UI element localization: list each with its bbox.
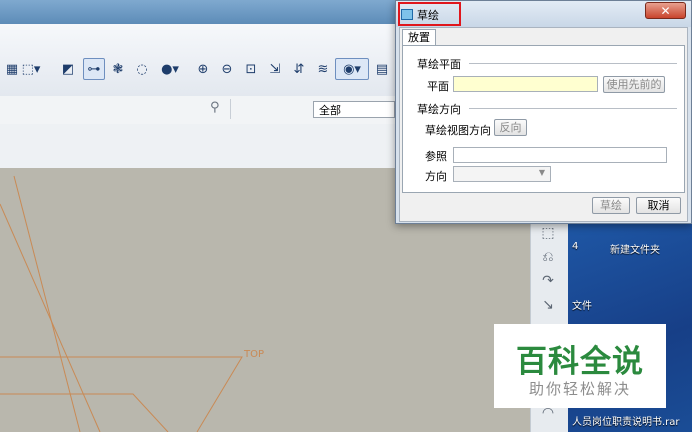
tab-placement[interactable]: 放置 bbox=[402, 29, 436, 46]
watermark-subtitle: 助你轻松解决 bbox=[528, 380, 631, 398]
dialog-title-bar[interactable]: 草绘 ✕ bbox=[396, 1, 691, 27]
zoom-out-icon[interactable]: ⊖ bbox=[216, 58, 238, 80]
layers-icon[interactable]: ≋ bbox=[312, 58, 334, 80]
filter-search-icon[interactable]: ⚲ bbox=[210, 100, 220, 115]
section-divider bbox=[469, 63, 677, 64]
filter-divider bbox=[230, 99, 231, 119]
top-datum-label: TOP bbox=[244, 349, 265, 360]
flip-button[interactable]: 反向 bbox=[494, 119, 527, 136]
display-style-icon[interactable]: ●▾ bbox=[155, 58, 185, 80]
view-direction-label: 草绘视图方向 bbox=[425, 124, 491, 137]
zoom-in-icon[interactable]: ⊕ bbox=[192, 58, 214, 80]
desktop-item-rar[interactable]: 人员岗位职责说明书.rar bbox=[572, 413, 680, 428]
use-previous-button[interactable]: 使用先前的 bbox=[603, 76, 665, 93]
plane-field[interactable] bbox=[453, 76, 598, 92]
dialog-body: 放置 草绘平面 平面 使用先前的 草绘方向 草绘视图方向 反向 参照 方向 ▼ … bbox=[399, 27, 688, 222]
orient-icon[interactable]: ❃ bbox=[107, 58, 129, 80]
datum-plane-edge-3 bbox=[0, 393, 169, 432]
sketch-dialog: 草绘 ✕ 放置 草绘平面 平面 使用先前的 草绘方向 草绘视图方向 反向 参照 … bbox=[395, 0, 692, 224]
desktop-item-file[interactable]: 文件 bbox=[572, 297, 592, 312]
desktop-item-new-folder[interactable]: 新建文件夹 bbox=[610, 241, 660, 256]
watermark-title: 百科全说 bbox=[516, 344, 644, 380]
zoom-fit-icon[interactable]: ⊡ bbox=[240, 58, 262, 80]
toolbar-more-icon[interactable]: ▤ bbox=[371, 58, 393, 80]
revolve-icon[interactable]: ⎌ bbox=[538, 247, 558, 267]
blend-icon[interactable]: ↘ bbox=[538, 295, 558, 315]
sketch-plane-section: 草绘平面 bbox=[417, 58, 461, 71]
reference-label: 参照 bbox=[425, 150, 447, 163]
placement-panel: 草绘平面 平面 使用先前的 草绘方向 草绘视图方向 反向 参照 方向 ▼ bbox=[402, 45, 685, 193]
desktop-item-partial[interactable]: 4 bbox=[572, 241, 578, 252]
extrude-icon[interactable]: ⬚ bbox=[538, 223, 558, 243]
datum-point-icon[interactable]: ⇲ bbox=[264, 58, 286, 80]
sketch-orientation-section: 草绘方向 bbox=[417, 103, 461, 116]
orientation-label: 方向 bbox=[425, 170, 447, 183]
watermark: 百科全说 助你轻松解决 bbox=[494, 324, 666, 408]
view-manager-icon[interactable]: ◌ bbox=[131, 58, 153, 80]
cancel-button[interactable]: 取消 bbox=[636, 197, 681, 214]
main-toolbar: ▦ ⬚▾ ◩ ⊶ ❃ ◌ ●▾ ⊕ ⊖ ⊡ ⇲ ⇵ ≋ ◉▾ ▤ bbox=[0, 24, 395, 97]
sketch-tool-icon[interactable]: ◉▾ bbox=[335, 58, 369, 80]
select-box-icon[interactable]: ⬚▾ bbox=[17, 58, 45, 80]
close-button[interactable]: ✕ bbox=[645, 2, 686, 19]
datum-curve-icon[interactable]: ⊶ bbox=[83, 58, 105, 80]
orientation-select[interactable]: ▼ bbox=[453, 166, 551, 182]
chevron-down-icon: ▼ bbox=[538, 168, 545, 177]
sweep-icon[interactable]: ↷ bbox=[538, 271, 558, 291]
title-highlight-box bbox=[398, 2, 461, 26]
reference-field[interactable] bbox=[453, 147, 667, 163]
datum-plane-edge-1 bbox=[0, 203, 101, 432]
plane-label: 平面 bbox=[427, 80, 449, 93]
sketch-button[interactable]: 草绘 bbox=[592, 197, 630, 214]
filter-select[interactable]: 全部 bbox=[313, 101, 395, 118]
section-divider bbox=[469, 108, 677, 109]
refit-icon[interactable]: ◩ bbox=[57, 58, 79, 80]
datum-axis-icon[interactable]: ⇵ bbox=[288, 58, 310, 80]
